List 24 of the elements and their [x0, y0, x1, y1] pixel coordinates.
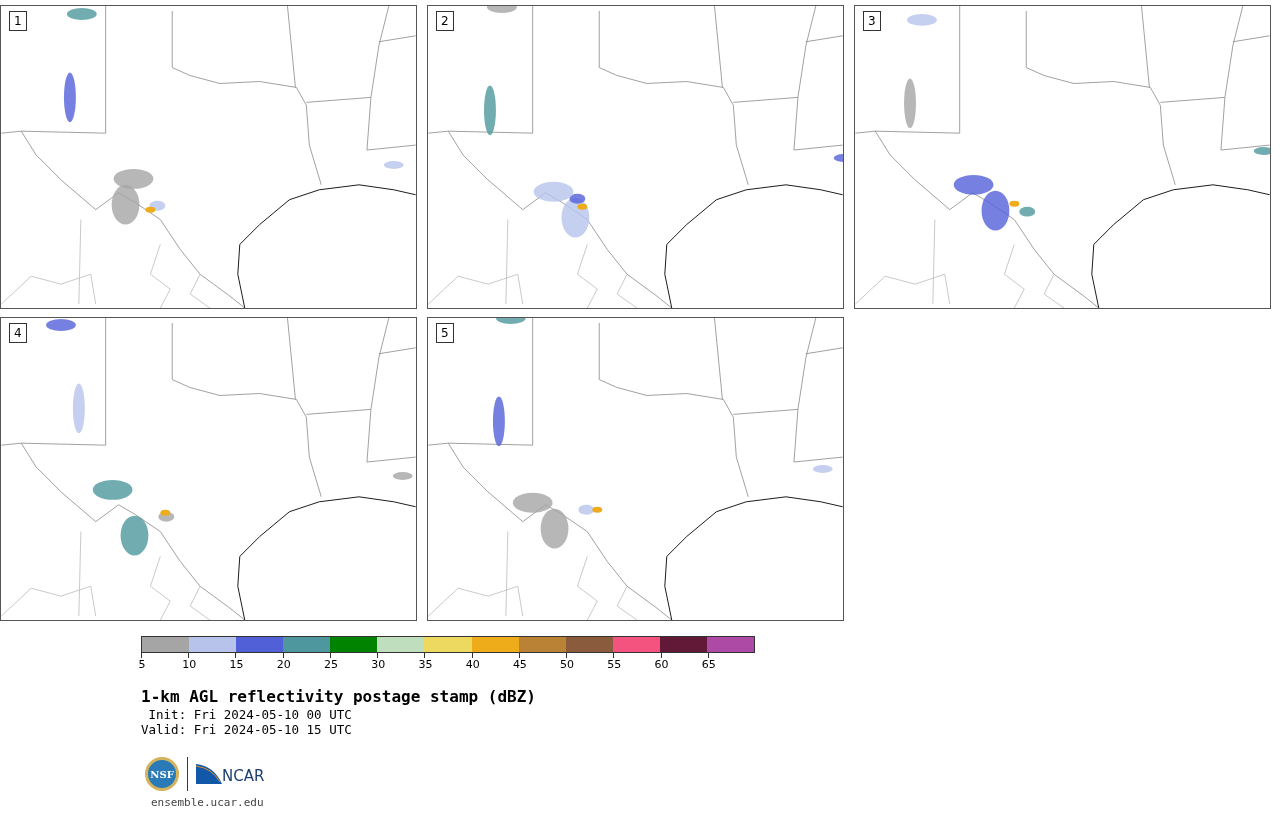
tick-label: 50: [560, 658, 575, 671]
panel-number: 4: [9, 323, 27, 343]
tick-label: 10: [182, 658, 197, 671]
chart-title: 1-km AGL reflectivity postage stamp (dBZ): [141, 687, 537, 707]
panel-number: 3: [863, 11, 881, 31]
valid-time: Valid: Fri 2024-05-10 15 UTC: [141, 722, 353, 737]
tick-label: 55: [607, 658, 622, 671]
tick-label: 65: [701, 658, 716, 671]
panel-number: 5: [436, 323, 454, 343]
tick-label: 35: [418, 658, 433, 671]
ncar-logo: NCAR: [196, 764, 265, 784]
tick-label: 45: [512, 658, 527, 671]
tick-label: 30: [371, 658, 386, 671]
nsf-logo: NSF: [145, 757, 179, 791]
panel-number: 2: [436, 11, 454, 31]
tick-label: 15: [229, 658, 244, 671]
tick-label: 25: [323, 658, 338, 671]
tick-label: 40: [465, 658, 480, 671]
tick-label: 60: [654, 658, 669, 671]
tick-label: 20: [276, 658, 291, 671]
footer-link[interactable]: ensemble.ucar.edu: [151, 795, 1280, 812]
init-time: Init: Fri 2024-05-10 00 UTC: [147, 707, 353, 722]
tick-label: 5: [138, 658, 146, 671]
panel-number: 1: [9, 11, 27, 31]
